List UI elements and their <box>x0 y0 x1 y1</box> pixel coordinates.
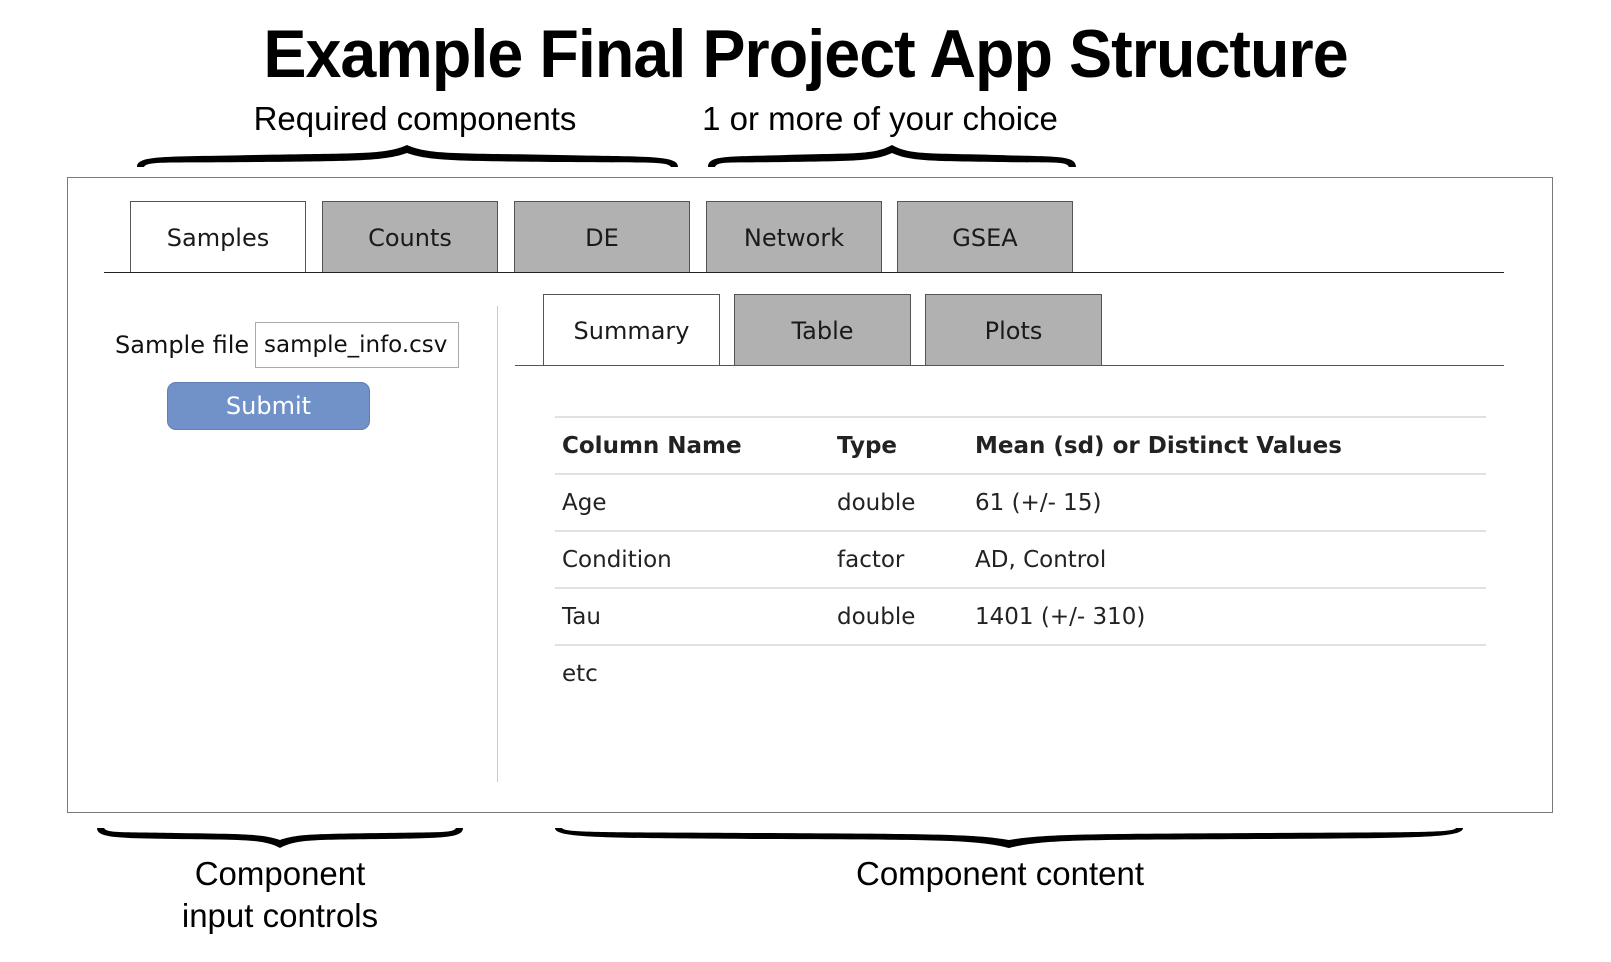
tab-label: Network <box>743 223 845 252</box>
sample-file-input[interactable] <box>255 322 459 368</box>
brace-choice-icon <box>706 143 1078 169</box>
table-header-row: Column Name Type Mean (sd) or Distinct V… <box>555 416 1486 475</box>
cell-type: double <box>830 587 968 645</box>
annotation-required-components: Required components <box>253 100 577 137</box>
annotation-optional-components: 1 or more of your choice <box>702 100 1058 137</box>
tab-label: Table <box>791 316 854 345</box>
tab-gsea[interactable]: GSEA <box>897 201 1073 273</box>
tab-network[interactable]: Network <box>706 201 882 273</box>
subtab-summary[interactable]: Summary <box>543 294 720 366</box>
cell-value: 61 (+/- 15) <box>968 473 1486 531</box>
cell-value: 1401 (+/- 310) <box>968 587 1486 645</box>
brace-content-icon <box>553 826 1465 850</box>
diagram-title: Example Final Project App Structure <box>263 16 1348 92</box>
tab-de[interactable]: DE <box>514 201 690 273</box>
cell-value: AD, Control <box>968 530 1486 588</box>
main-tabs-divider <box>104 272 1504 273</box>
header-mean-sd: Mean (sd) or Distinct Values <box>968 416 1486 475</box>
brace-inputs-icon <box>95 826 465 850</box>
table-row: Tau double 1401 (+/- 310) <box>555 587 1486 645</box>
sidebar-divider <box>497 306 498 782</box>
tab-counts[interactable]: Counts <box>322 201 498 273</box>
cell-type: factor <box>830 530 968 588</box>
tab-samples[interactable]: Samples <box>130 201 306 273</box>
tab-label: Counts <box>368 223 452 252</box>
tab-label: GSEA <box>952 223 1018 252</box>
tab-label: Samples <box>166 223 270 252</box>
table-row: Condition factor AD, Control <box>555 530 1486 588</box>
cell-type <box>830 644 968 701</box>
cell-type: double <box>830 473 968 531</box>
cell-column-name: etc <box>555 644 830 701</box>
annotation-input-controls: Component input controls <box>120 853 440 937</box>
cell-column-name: Condition <box>555 530 830 588</box>
sample-file-label: Sample file <box>115 331 250 359</box>
cell-value <box>968 644 1486 701</box>
table-row: etc <box>555 644 1486 701</box>
tab-label: DE <box>585 223 619 252</box>
header-type: Type <box>830 416 968 475</box>
subtab-plots[interactable]: Plots <box>925 294 1102 366</box>
sub-tabs-divider <box>515 365 1504 366</box>
submit-button[interactable]: Submit <box>167 382 370 430</box>
tab-label: Summary <box>573 316 690 345</box>
brace-required-icon <box>135 143 680 169</box>
subtab-table[interactable]: Table <box>734 294 911 366</box>
annotation-input-controls-line1: Component <box>194 855 366 892</box>
header-column-name: Column Name <box>555 416 830 475</box>
cell-column-name: Age <box>555 473 830 531</box>
cell-column-name: Tau <box>555 587 830 645</box>
annotation-input-controls-line2: input controls <box>181 897 379 934</box>
tab-label: Plots <box>984 316 1043 345</box>
summary-table: Column Name Type Mean (sd) or Distinct V… <box>555 416 1486 701</box>
annotation-component-content: Component content <box>855 855 1145 892</box>
table-row: Age double 61 (+/- 15) <box>555 473 1486 531</box>
